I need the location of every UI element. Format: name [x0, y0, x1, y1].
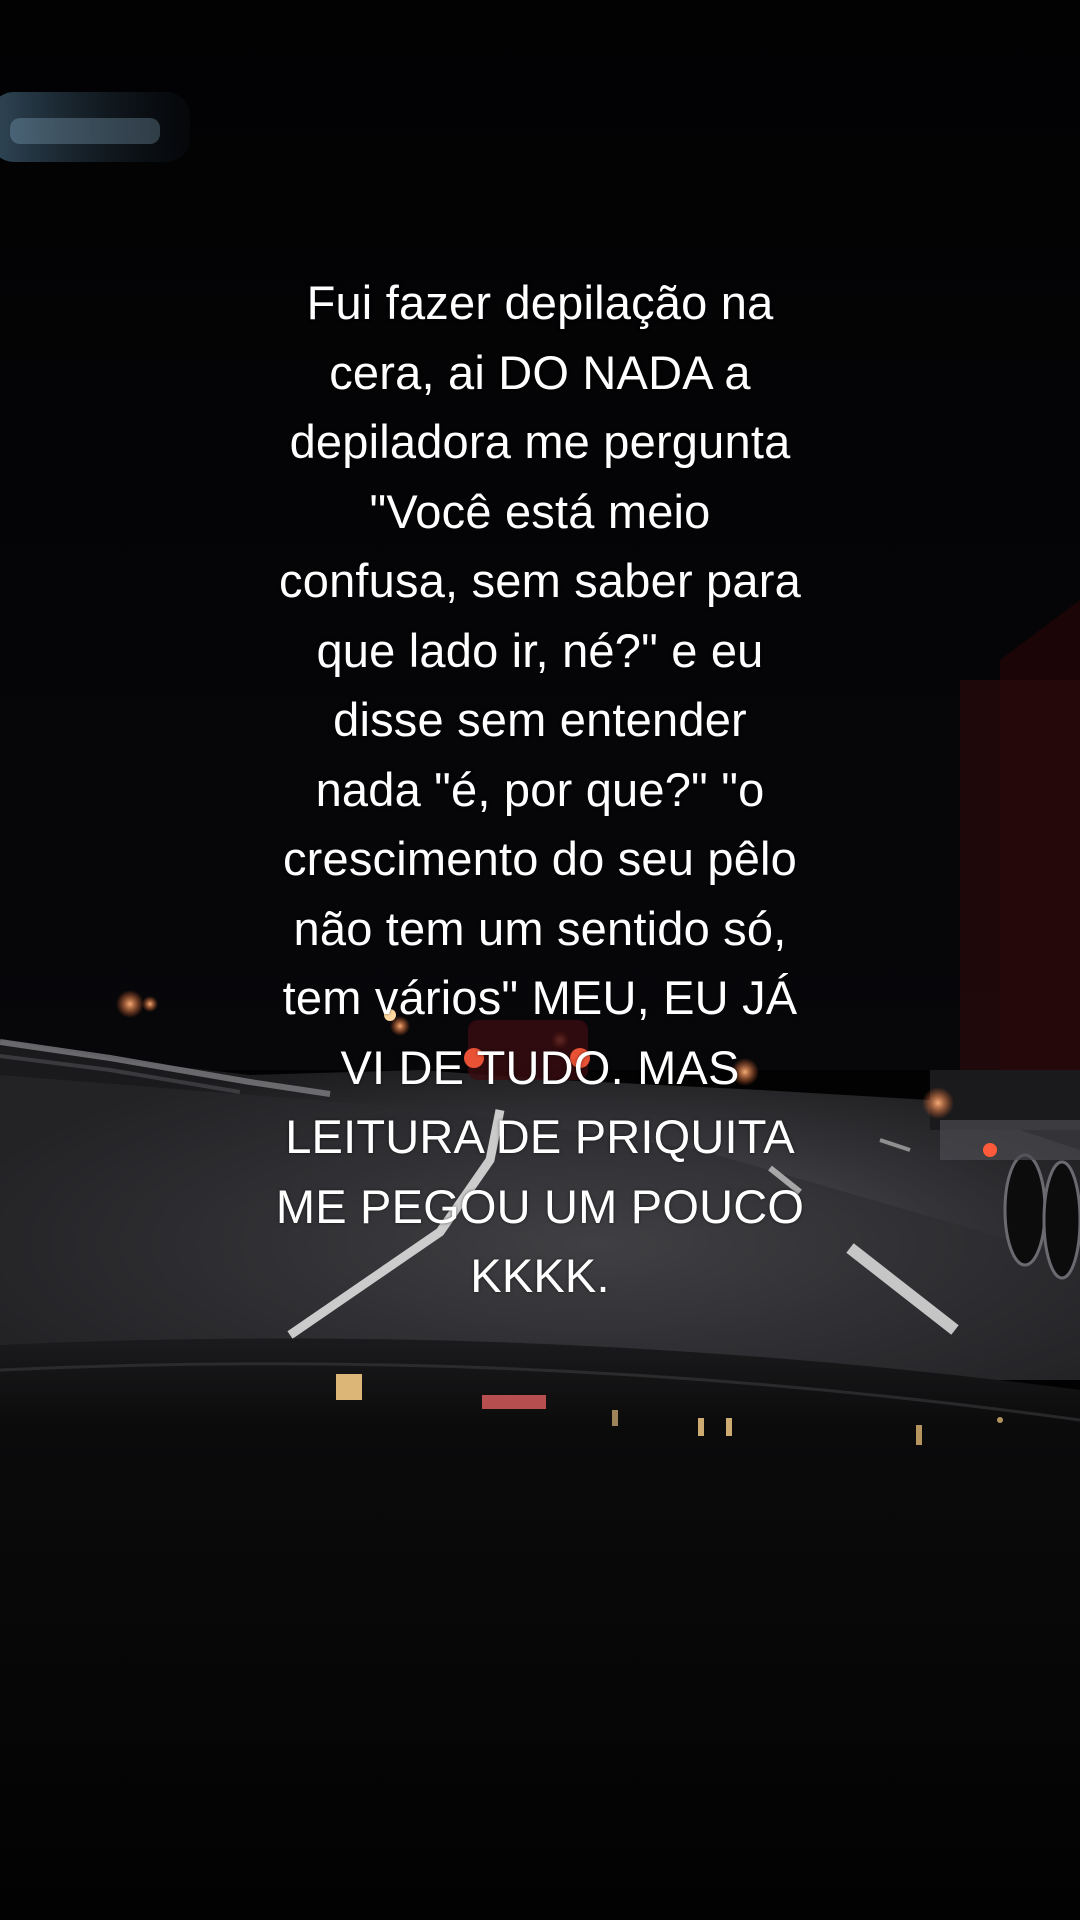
- caption-line: Fui fazer depilação na: [306, 276, 774, 329]
- caption-line: VI DE TUDO. MAS: [340, 1040, 740, 1094]
- caption-line: ME PEGOU UM POUCO: [275, 1179, 805, 1233]
- caption-line: nada "é, por que?" "o: [315, 762, 765, 816]
- caption-line: depiladora me pergunta: [289, 415, 791, 468]
- caption-line: crescimento do seu pêlo: [282, 832, 798, 885]
- caption-line: cera, ai DO NADA a: [329, 345, 751, 399]
- video-frame: Fui fazer depilação na cera, ai DO NADA …: [0, 0, 1080, 1920]
- caption-line: confusa, sem saber para: [279, 554, 801, 607]
- caption-line: "Você está meio: [369, 484, 711, 538]
- rearview-mirror-icon: [0, 92, 190, 162]
- caption-line: LEITURA DE PRIQUITA: [285, 1110, 795, 1163]
- caption-line: KKKK.: [470, 1249, 610, 1302]
- caption-line: que lado ir, né?" e eu: [316, 623, 764, 677]
- overlay-caption: Fui fazer depilação na cera, ai DO NADA …: [180, 268, 900, 1311]
- caption-line: disse sem entender: [333, 693, 747, 746]
- caption-line: tem vários" MEU, EU JÁ: [282, 971, 798, 1024]
- caption-line: não tem um sentido só,: [293, 901, 787, 955]
